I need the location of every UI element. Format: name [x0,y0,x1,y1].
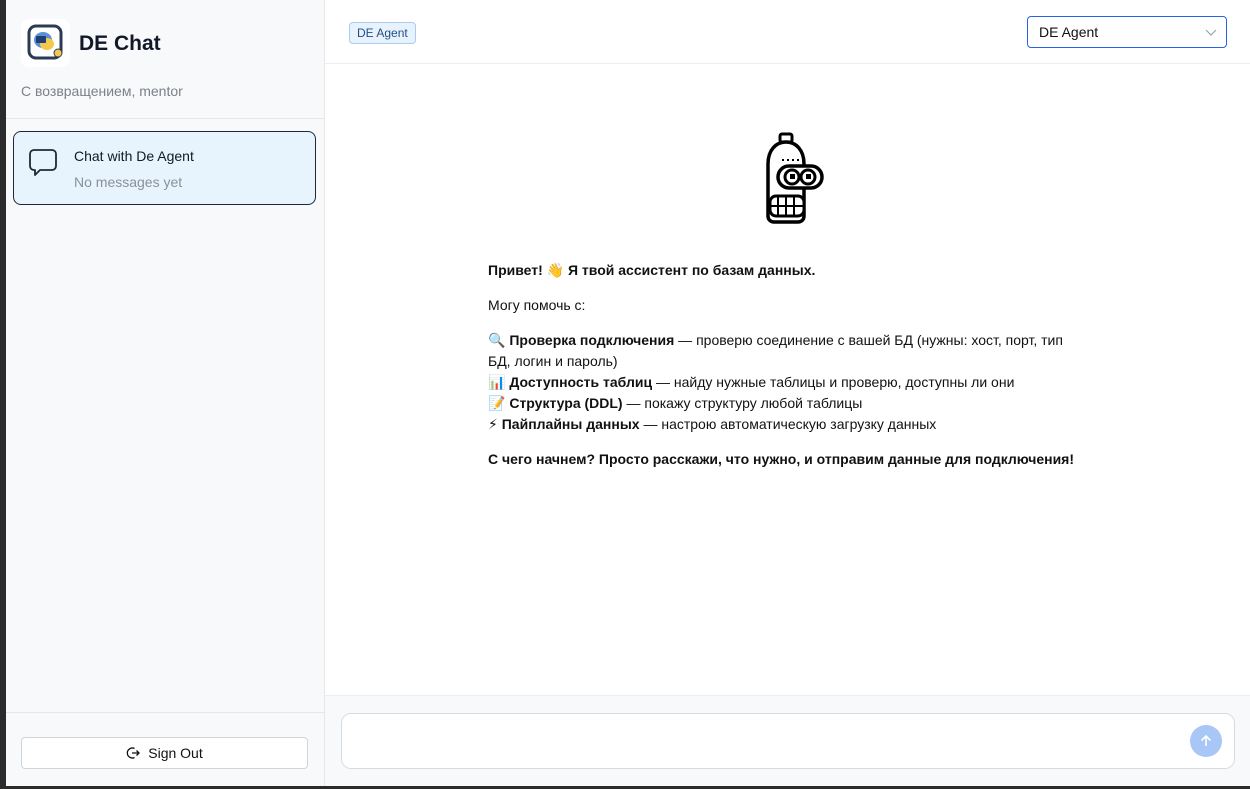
chat-title: Chat with De Agent [74,148,194,164]
send-button[interactable] [1190,725,1222,757]
capability-title: Структура (DDL) [509,395,623,411]
agent-badge: DE Agent [349,22,416,44]
intro-text: Могу помочь с: [488,297,586,313]
agent-select-value: DE Agent [1039,24,1099,40]
assistant-message: Привет! 👋 Я твой ассистент по базам данн… [488,260,1088,484]
composer-area [325,695,1250,786]
greeting-text: Привет! 👋 Я твой ассистент по базам данн… [488,262,816,278]
capabilities-list: 🔍 Проверка подключения — проверю соедине… [488,330,1088,435]
capability-item: 🔍 Проверка подключения — проверю соедине… [488,330,1088,372]
top-bar: DE Agent DE Agent [325,0,1250,64]
chat-subtitle: No messages yet [74,174,183,190]
capability-text: — найду нужные таблицы и проверю, доступ… [652,374,1015,390]
agent-select[interactable]: DE Agent [1027,16,1227,48]
app-window: DE Chat С возвращением, mentor Chat with… [6,0,1250,786]
composer-box [341,713,1235,769]
capability-item: 📊 Доступность таблиц — найду нужные табл… [488,372,1088,393]
robot-avatar-icon [766,132,824,224]
sidebar-footer: Sign Out [6,712,324,786]
arrow-up-icon [1200,734,1212,746]
capability-title: Проверка подключения [509,332,675,348]
sign-out-label: Sign Out [148,745,203,761]
capability-title: Пайплайны данных [501,416,640,432]
app-title: DE Chat [79,32,161,55]
sign-out-button[interactable]: Sign Out [21,737,308,769]
bar-chart-icon: 📊 [488,374,506,390]
memo-icon: 📝 [488,395,506,411]
chat-list-item[interactable]: Chat with De Agent No messages yet [13,131,316,205]
main-panel: DE Agent DE Agent Привет! 👋 Я твой ассис… [325,0,1250,786]
magnifier-icon: 🔍 [488,332,506,348]
capability-text: — настрою автоматическую загрузку данных [639,416,937,432]
capability-title: Доступность таблиц [509,374,653,390]
capability-item: ⚡ Пайплайны данных — настрою автоматичес… [488,414,1088,435]
closing-text: С чего начнем? Просто расскажи, что нужн… [488,451,1075,467]
logout-icon [127,747,141,759]
sidebar-header: DE Chat С возвращением, mentor [6,0,324,119]
app-logo-icon [21,19,70,67]
lightning-icon: ⚡ [488,416,498,432]
capability-text: — покажу структуру любой таблицы [622,395,863,411]
chevron-down-icon [1205,29,1217,36]
capability-item: 📝 Структура (DDL) — покажу структуру люб… [488,393,1088,414]
message-input[interactable] [356,728,1176,754]
chat-bubble-icon [29,149,57,176]
welcome-text: С возвращением, mentor [21,83,183,99]
sidebar: DE Chat С возвращением, mentor Chat with… [6,0,325,786]
